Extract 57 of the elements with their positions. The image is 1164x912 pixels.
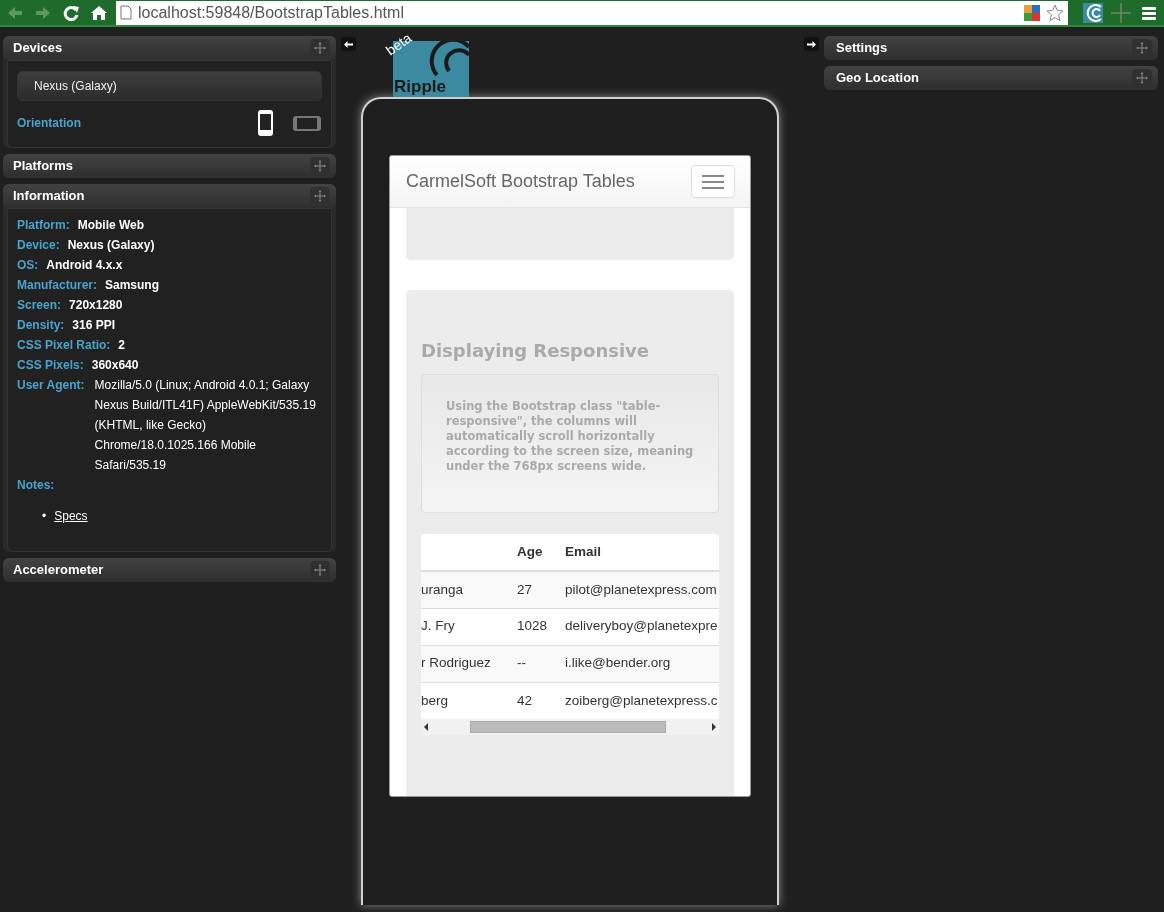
panel-header[interactable]: Devices	[3, 36, 336, 60]
device-select[interactable]: Nexus (Galaxy)	[17, 71, 322, 101]
panel-header[interactable]: Settings	[824, 36, 1158, 60]
panel-header[interactable]: Platforms	[3, 154, 336, 178]
move-icon[interactable]	[1136, 42, 1148, 54]
info-value: 316 PPI	[72, 317, 116, 334]
brand-title: CarmelSoft Bootstrap Tables	[406, 170, 635, 193]
notes-label: Notes:	[17, 477, 56, 494]
section-heading: Displaying Responsive	[421, 339, 650, 363]
panel-header[interactable]: Geo Location	[824, 66, 1158, 90]
info-value: 2	[118, 337, 126, 354]
collapse-right-arrow[interactable]	[804, 37, 819, 51]
info-value: Android 4.x.x	[46, 257, 123, 274]
info-label: CSS Pixels:	[17, 357, 84, 374]
specs-link[interactable]: Specs	[54, 509, 88, 523]
info-label: Device:	[17, 237, 60, 254]
landscape-phone-icon[interactable]	[292, 114, 322, 132]
info-label: OS:	[17, 257, 39, 274]
move-icon[interactable]	[314, 190, 326, 202]
portrait-phone-icon[interactable]	[257, 109, 274, 137]
table-cell: i.like@bender.org	[557, 645, 719, 682]
info-label: Platform:	[17, 217, 70, 234]
info-value: 360x640	[91, 357, 139, 374]
move-icon[interactable]	[1136, 72, 1148, 84]
star-icon[interactable]	[1046, 3, 1064, 22]
move-icon[interactable]	[314, 42, 326, 54]
url-field[interactable]: localhost:59848/BootstrapTables.html	[116, 0, 1068, 25]
collapse-left-arrow[interactable]	[341, 37, 356, 51]
right-arrow-icon[interactable]	[709, 722, 719, 732]
bullet: •	[42, 509, 47, 523]
info-label: Density:	[17, 317, 65, 334]
table-cell: uranga	[421, 571, 509, 608]
scrollbar-thumb[interactable]	[470, 721, 666, 733]
beta-label: beta	[383, 30, 414, 58]
info-value: Mozilla/5.0 (Linux; Android 4.0.1; Galaxy Nexus Build/ITL41F) AppleWebKit/535.19 (KHTML, like Gecko) Chrome/18.0.1025.166 Mobile Safari/535.19	[94, 377, 317, 474]
info-label: CSS Pixel Ratio:	[17, 337, 111, 354]
panel-header[interactable]: Information	[3, 184, 336, 208]
info-value: Samsung	[105, 277, 160, 294]
panel-header[interactable]: Accelerometer	[3, 558, 336, 582]
table-cell: --	[509, 645, 557, 682]
page-icon	[120, 5, 132, 20]
info-value: 720x1280	[69, 297, 123, 314]
menu-toggle-button[interactable]	[691, 165, 735, 198]
move-icon[interactable]	[314, 160, 326, 172]
swirl-icon[interactable]	[1082, 1, 1104, 24]
orientation-label: Orientation	[17, 115, 81, 132]
info-label: Manufacturer:	[17, 277, 97, 294]
note-text: Using the Bootstrap class "table-responsive", the columns will automatically scroll horizontally according to the screen size, meaning under the 768px screens wide.	[446, 399, 694, 474]
table-cell: 27	[509, 571, 557, 608]
info-value: Nexus (Galaxy)	[67, 237, 155, 254]
table-cell: pilot@planetexpress.com	[557, 571, 719, 608]
horizontal-scrollbar[interactable]	[421, 719, 719, 735]
table-cell: r Rodriguez	[421, 645, 509, 682]
info-label: Screen:	[17, 297, 62, 314]
info-label: User Agent:	[17, 377, 85, 394]
info-value: Mobile Web	[77, 217, 145, 234]
move-icon[interactable]	[314, 564, 326, 576]
